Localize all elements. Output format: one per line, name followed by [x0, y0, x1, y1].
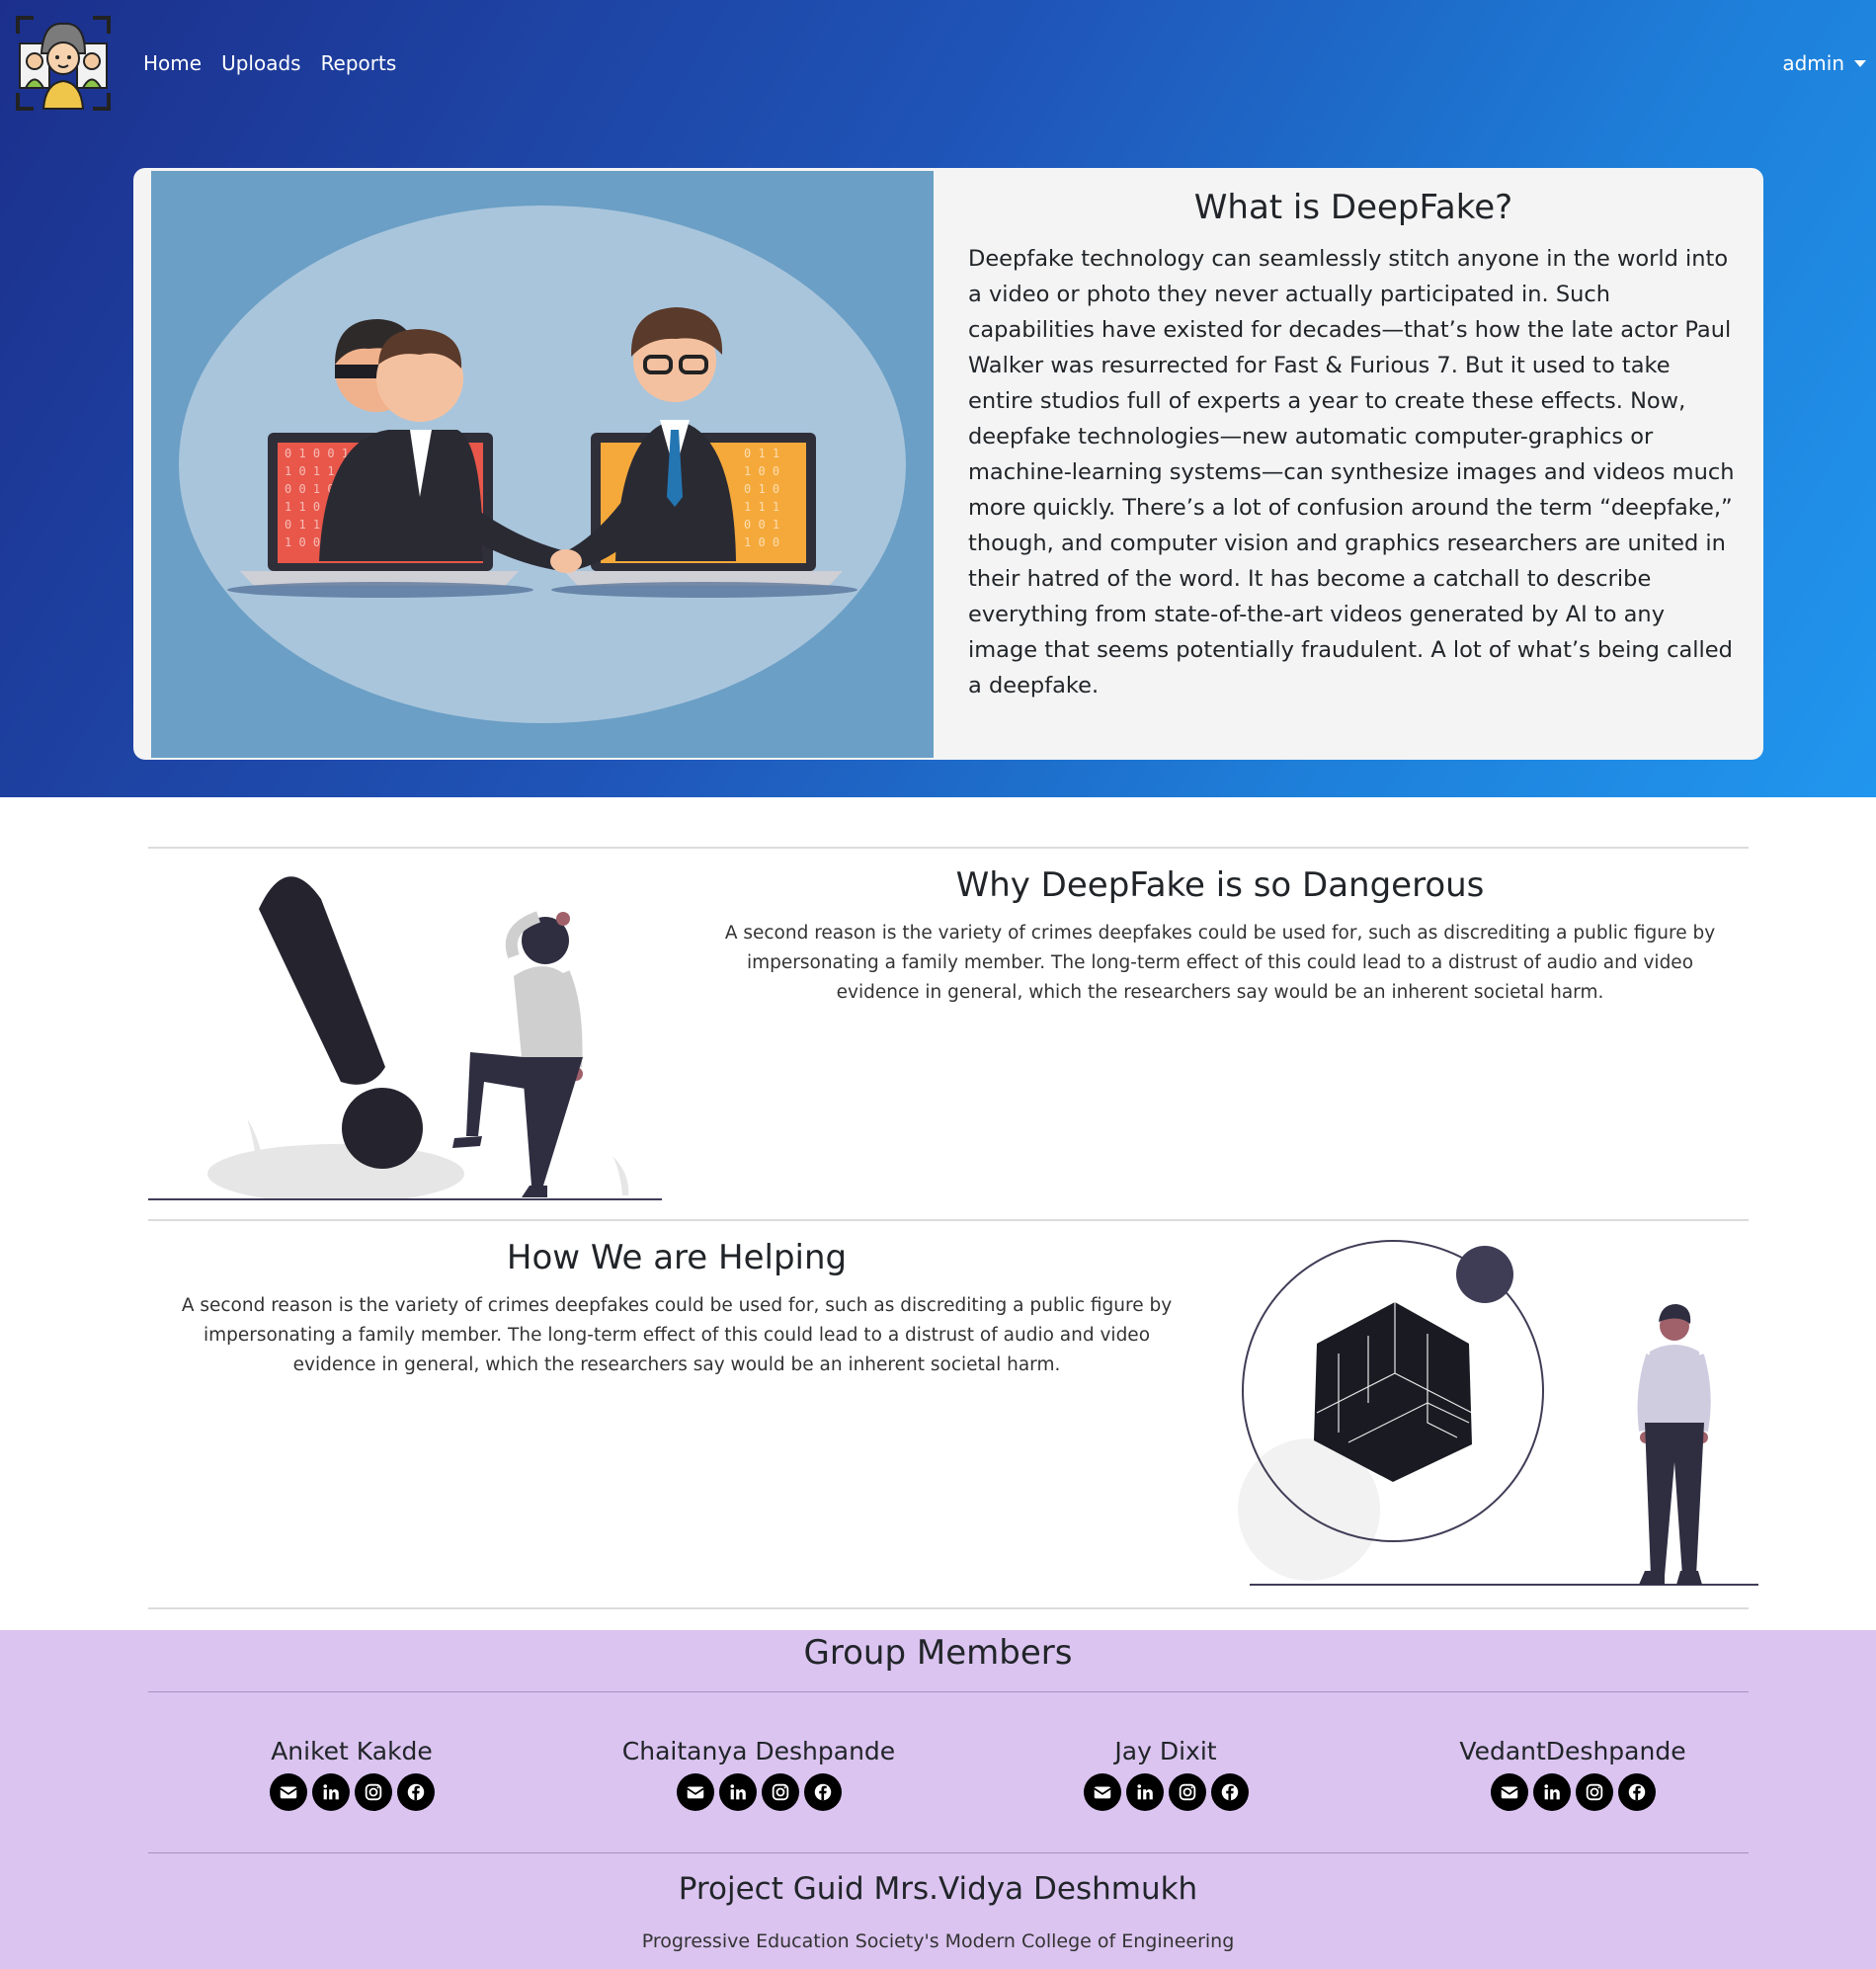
social-links: [148, 1773, 555, 1811]
divider: [148, 1691, 1749, 1692]
linkedin-icon[interactable]: [311, 1773, 350, 1811]
helping-body: A second reason is the variety of crimes…: [181, 1295, 1173, 1375]
deepfake-handshake-illustration: 0 1 0 0 11 0 1 1 00 0 1 0 1 1 1 0 1 00 1…: [151, 171, 934, 758]
college-name: Progressive Education Society's Modern C…: [641, 1930, 1235, 1952]
social-links: [1369, 1773, 1776, 1811]
caret-down-icon: [1854, 59, 1866, 67]
facebook-icon[interactable]: [396, 1773, 435, 1811]
mail-icon[interactable]: [1490, 1773, 1528, 1811]
main-nav: Home Uploads Reports: [143, 51, 396, 75]
facebook-icon[interactable]: [1210, 1773, 1249, 1811]
danger-body: A second reason is the variety of crimes…: [724, 923, 1716, 1003]
card-title: What is DeepFake?: [1193, 188, 1513, 227]
cube-person-illustration: [1238, 1240, 1758, 1586]
member-card: VedantDeshpande: [1369, 1737, 1776, 1811]
divider: [148, 1607, 1749, 1609]
svg-text:1 0 0: 1 0 0: [744, 464, 779, 478]
facebook-icon[interactable]: [803, 1773, 842, 1811]
card-body: Deepfake technology can seamlessly stitc…: [968, 246, 1735, 698]
nav-uploads-link[interactable]: Uploads: [221, 51, 301, 75]
instagram-icon[interactable]: [354, 1773, 392, 1811]
divider: [148, 1219, 1749, 1221]
svg-text:0 1 0 0 1: 0 1 0 0 1: [285, 447, 349, 460]
mail-icon[interactable]: [1083, 1773, 1121, 1811]
facebook-icon[interactable]: [1617, 1773, 1656, 1811]
member-name: VedantDeshpande: [1459, 1737, 1686, 1765]
svg-text:0 1 1: 0 1 1: [744, 447, 779, 460]
divider: [148, 847, 1749, 849]
member-card: Chaitanya Deshpande: [555, 1737, 962, 1811]
svg-text:1 1 1: 1 1 1: [744, 500, 779, 514]
deepfake-info-card: 0 1 0 0 11 0 1 1 00 0 1 0 1 1 1 0 1 00 1…: [133, 168, 1763, 760]
member-name: Jay Dixit: [1114, 1737, 1217, 1765]
logo-icon[interactable]: [14, 14, 113, 113]
divider: [148, 1852, 1749, 1853]
danger-title: Why DeepFake is so Dangerous: [955, 865, 1485, 905]
social-links: [962, 1773, 1369, 1811]
linkedin-icon[interactable]: [1532, 1773, 1571, 1811]
instagram-icon[interactable]: [761, 1773, 799, 1811]
mail-icon[interactable]: [676, 1773, 714, 1811]
members-list: Aniket Kakde Chaitanya Deshpande Jay Dix…: [148, 1737, 1778, 1811]
social-links: [555, 1773, 962, 1811]
member-name: Aniket Kakde: [271, 1737, 433, 1765]
nav-reports-link[interactable]: Reports: [321, 51, 397, 75]
instagram-icon[interactable]: [1575, 1773, 1613, 1811]
user-name: admin: [1782, 51, 1844, 75]
svg-text:0 1 0: 0 1 0: [744, 482, 779, 496]
hero-section: Home Uploads Reports admin 0 1 0 0 11 0 …: [0, 0, 1876, 797]
linkedin-icon[interactable]: [1125, 1773, 1164, 1811]
svg-text:0 0 1: 0 0 1: [744, 518, 779, 532]
instagram-icon[interactable]: [1168, 1773, 1206, 1811]
svg-text:1 0 0: 1 0 0: [744, 535, 779, 549]
exclamation-illustration: [148, 876, 662, 1200]
member-card: Jay Dixit: [962, 1737, 1369, 1811]
linkedin-icon[interactable]: [718, 1773, 757, 1811]
nav-home-link[interactable]: Home: [143, 51, 202, 75]
member-card: Aniket Kakde: [148, 1737, 555, 1811]
member-name: Chaitanya Deshpande: [621, 1737, 896, 1765]
group-members-footer: Group Members Aniket Kakde Chaitanya Des…: [0, 1630, 1876, 1969]
card-text: What is DeepFake? Deepfake technology ca…: [968, 188, 1739, 703]
helping-title: How We are Helping: [506, 1238, 848, 1277]
project-guide: Project Guid Mrs.Vidya Deshmukh: [678, 1871, 1198, 1907]
user-menu-dropdown[interactable]: admin: [1782, 51, 1866, 75]
mail-icon[interactable]: [269, 1773, 307, 1811]
footer-title: Group Members: [803, 1633, 1073, 1673]
